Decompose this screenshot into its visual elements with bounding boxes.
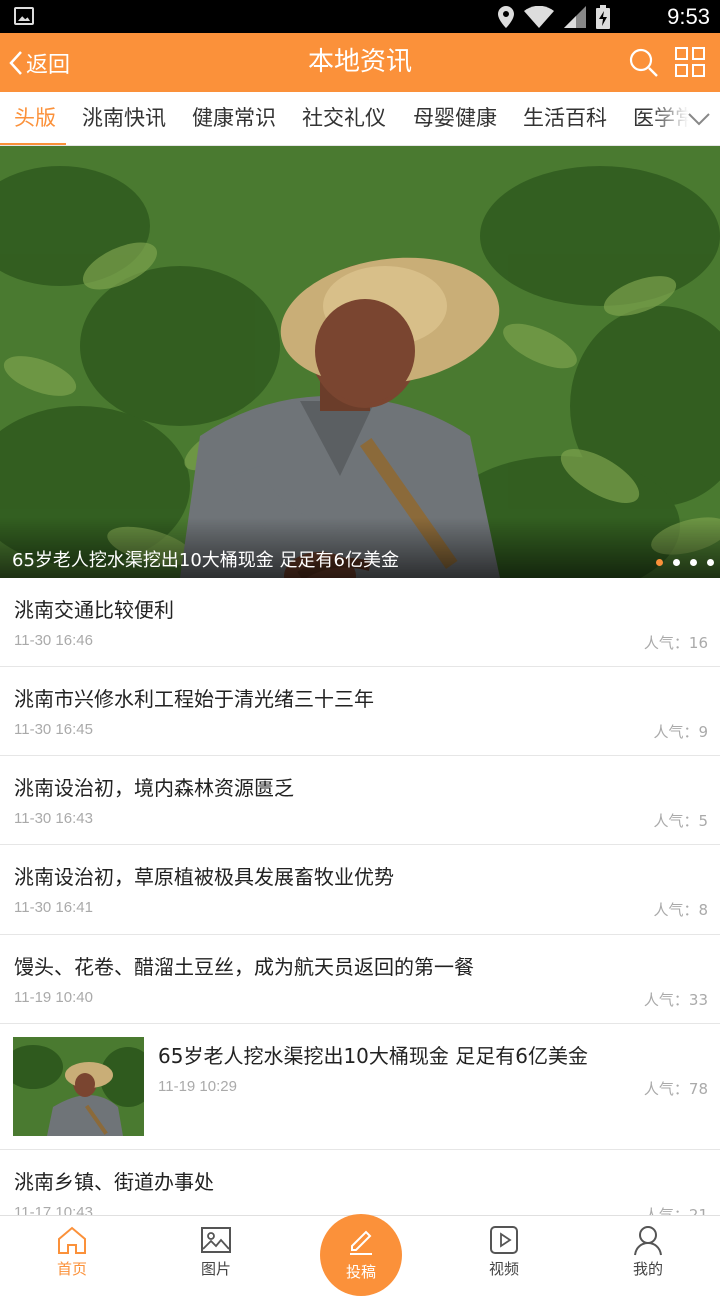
carousel-dot[interactable] (656, 559, 663, 566)
news-time: 11-30 16:46 (14, 632, 93, 649)
signal-icon (564, 6, 586, 28)
news-popularity: 人气：5 (653, 812, 708, 830)
news-title: 洮南乡镇、街道办事处 (14, 1170, 214, 1194)
post-button[interactable]: 投稿 (320, 1214, 402, 1296)
news-item[interactable]: 洮南设治初，境内森林资源匮乏 11-30 16:43 人气：5 (0, 756, 720, 845)
image-icon (201, 1227, 231, 1253)
gallery-notification-icon (14, 7, 34, 25)
news-item[interactable]: 馒头、花卷、醋溜土豆丝，成为航天员返回的第一餐 11-19 10:40 人气：3… (0, 935, 720, 1024)
tab-health-tips[interactable]: 健康常识 (192, 92, 276, 145)
tab-social-etiquette[interactable]: 社交礼仪 (302, 92, 386, 145)
status-bar: 9:53 (0, 0, 720, 33)
nav-video[interactable]: 视频 (454, 1216, 554, 1281)
news-time: 11-30 16:43 (14, 810, 93, 827)
post-button-label: 投稿 (345, 1263, 376, 1281)
nav-photos-label: 图片 (200, 1260, 231, 1278)
news-time: 11-19 10:29 (158, 1078, 237, 1095)
app-header: 返回 本地资讯 (0, 33, 720, 92)
carousel-dots (656, 559, 714, 566)
category-tabs: 头版 洮南快讯 健康常识 社交礼仪 母婴健康 生活百科 医学常 (0, 92, 720, 146)
tab-maternal-health[interactable]: 母婴健康 (413, 92, 497, 145)
news-popularity: 人气：8 (653, 901, 708, 919)
battery-icon (596, 5, 610, 29)
grid-menu-icon[interactable] (674, 46, 706, 78)
banner-caption: 65岁老人挖水渠挖出10大桶现金 足足有6亿美金 (12, 550, 399, 571)
news-popularity: 人气：9 (653, 723, 708, 741)
home-icon (58, 1226, 86, 1254)
nav-mine-label: 我的 (632, 1260, 663, 1278)
news-time: 11-30 16:45 (14, 721, 93, 738)
carousel-dot[interactable] (690, 559, 697, 566)
pencil-icon (350, 1230, 372, 1255)
news-popularity: 人气：16 (643, 634, 708, 652)
location-icon (498, 6, 514, 28)
page-title: 本地资讯 (307, 47, 412, 77)
tab-life-encyclopedia[interactable]: 生活百科 (523, 92, 607, 145)
user-icon (634, 1226, 662, 1256)
news-title: 洮南设治初，草原植被极具发展畜牧业优势 (14, 865, 394, 889)
news-title: 洮南设治初，境内森林资源匮乏 (14, 776, 294, 800)
news-time: 11-30 16:41 (14, 899, 93, 916)
wifi-icon (524, 6, 554, 28)
news-thumbnail (13, 1037, 144, 1136)
news-time: 11-19 10:40 (14, 989, 93, 1006)
nav-video-label: 视频 (488, 1260, 519, 1278)
news-title: 洮南交通比较便利 (14, 598, 174, 622)
news-item-with-thumbnail[interactable]: 65岁老人挖水渠挖出10大桶现金 足足有6亿美金 11-19 10:29 人气：… (0, 1024, 720, 1150)
news-title: 馒头、花卷、醋溜土豆丝，成为航天员返回的第一餐 (14, 955, 474, 979)
nav-mine[interactable]: 我的 (598, 1216, 698, 1281)
news-popularity: 人气：33 (643, 991, 708, 1009)
tab-taonan-news[interactable]: 洮南快讯 (82, 92, 166, 145)
chevron-down-icon[interactable] (686, 106, 712, 132)
video-play-icon (490, 1226, 518, 1254)
news-popularity: 人气：78 (643, 1080, 708, 1098)
nav-home-label: 首页 (56, 1260, 87, 1278)
nav-photos[interactable]: 图片 (166, 1216, 266, 1281)
status-time: 9:53 (667, 4, 710, 29)
news-item[interactable]: 洮南设治初，草原植被极具发展畜牧业优势 11-30 16:41 人气：8 (0, 845, 720, 935)
news-item[interactable]: 洮南市兴修水利工程始于清光绪三十三年 11-30 16:45 人气：9 (0, 667, 720, 756)
nav-home[interactable]: 首页 (22, 1216, 122, 1281)
search-icon[interactable] (628, 47, 660, 79)
carousel-dot[interactable] (707, 559, 714, 566)
news-title: 洮南市兴修水利工程始于清光绪三十三年 (14, 687, 374, 711)
carousel-dot[interactable] (673, 559, 680, 566)
news-item[interactable]: 洮南交通比较便利 11-30 16:46 人气：16 (0, 578, 720, 667)
tab-frontpage[interactable]: 头版 (14, 92, 56, 145)
banner-photo (0, 146, 720, 578)
news-title: 65岁老人挖水渠挖出10大桶现金 足足有6亿美金 (158, 1044, 588, 1068)
featured-banner[interactable]: 65岁老人挖水渠挖出10大桶现金 足足有6亿美金 (0, 146, 720, 578)
status-icons (498, 5, 610, 29)
